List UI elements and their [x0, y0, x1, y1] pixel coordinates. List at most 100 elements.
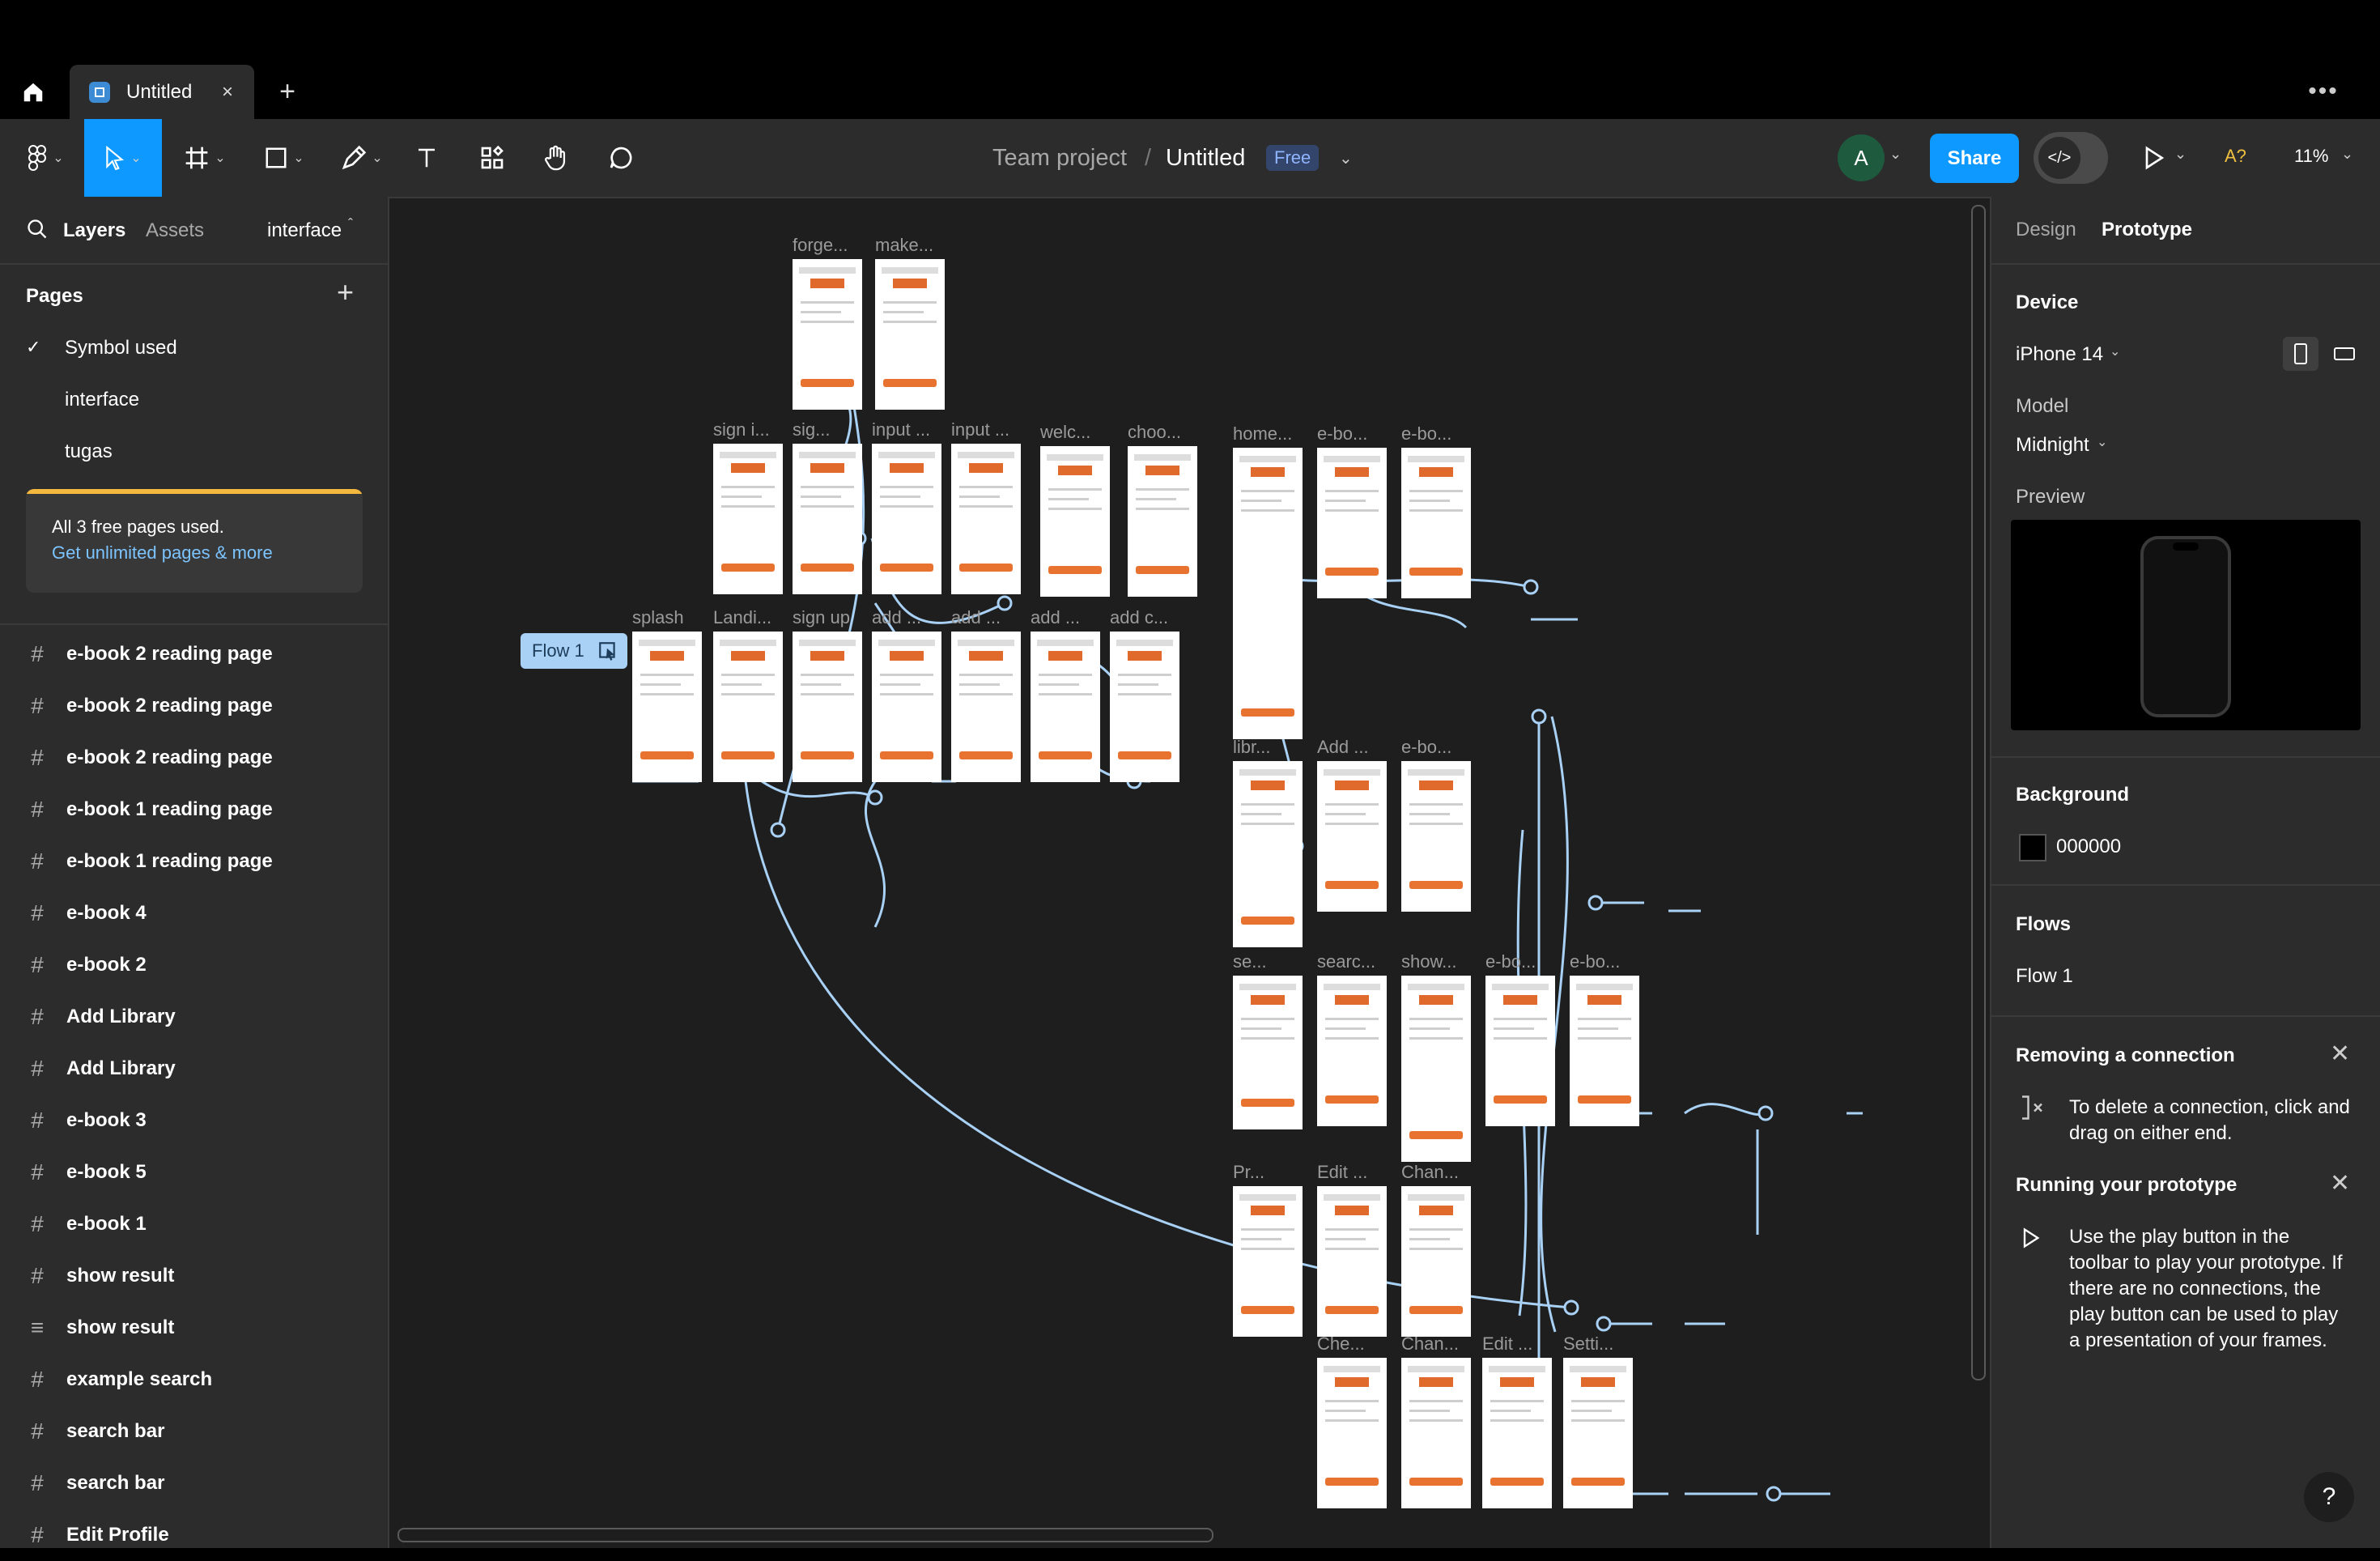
- screen-frame[interactable]: [1401, 1186, 1471, 1337]
- frame-label[interactable]: make...: [875, 235, 933, 256]
- screen-frame[interactable]: [951, 632, 1021, 782]
- close-icon[interactable]: ✕: [2330, 1169, 2350, 1197]
- chevron-down-icon[interactable]: ⌄: [1889, 146, 1902, 163]
- add-page-button[interactable]: +: [337, 275, 354, 309]
- chevron-down-icon[interactable]: ⌄: [2174, 146, 2187, 163]
- frame-label[interactable]: Che...: [1317, 1333, 1365, 1355]
- page-item-tugas[interactable]: tugas: [65, 440, 113, 463]
- layer-item[interactable]: # e-book 1: [26, 1198, 146, 1250]
- frame-label[interactable]: input ...: [872, 419, 930, 440]
- resources-tool-button[interactable]: [471, 119, 513, 197]
- close-tab-icon[interactable]: ×: [222, 81, 233, 104]
- missing-fonts-indicator[interactable]: A?: [2225, 146, 2246, 167]
- frame-label[interactable]: searc...: [1317, 951, 1375, 972]
- layer-item[interactable]: # Add Library: [26, 1043, 175, 1095]
- layer-item[interactable]: # e-book 3: [26, 1095, 146, 1146]
- layer-item[interactable]: # Edit Profile: [26, 1509, 168, 1561]
- device-select[interactable]: iPhone 14: [2016, 343, 2103, 366]
- frame-label[interactable]: sign up: [793, 607, 850, 628]
- frame-label[interactable]: e-bo...: [1485, 951, 1536, 972]
- screen-frame[interactable]: [1317, 1358, 1387, 1508]
- frame-label[interactable]: e-bo...: [1570, 951, 1620, 972]
- layer-item[interactable]: # show result: [26, 1250, 174, 1302]
- more-options-icon[interactable]: •••: [2299, 71, 2348, 112]
- screen-frame[interactable]: [1563, 1358, 1633, 1508]
- screen-frame[interactable]: [1570, 976, 1639, 1126]
- screen-frame[interactable]: [1233, 448, 1303, 739]
- screen-frame[interactable]: [1401, 448, 1471, 598]
- screen-frame[interactable]: [793, 259, 862, 410]
- flow-item[interactable]: Flow 1: [2016, 965, 2073, 988]
- frame-label[interactable]: e-bo...: [1401, 423, 1451, 444]
- frame-label[interactable]: input ...: [951, 419, 1009, 440]
- screen-frame[interactable]: [1401, 976, 1471, 1162]
- frame-label[interactable]: add ...: [951, 607, 1001, 628]
- vertical-scrollbar[interactable]: [1971, 205, 1986, 1380]
- layer-item[interactable]: # example search: [26, 1354, 212, 1406]
- screen-frame[interactable]: [872, 632, 941, 782]
- layer-item[interactable]: # search bar: [26, 1406, 164, 1457]
- layer-item[interactable]: # e-book 2 reading page: [26, 680, 273, 732]
- page-item-interface[interactable]: interface: [65, 389, 139, 411]
- screen-frame[interactable]: [875, 259, 945, 410]
- background-color-swatch[interactable]: [2019, 834, 2046, 861]
- screen-frame[interactable]: [1233, 1186, 1303, 1337]
- breadcrumb-project[interactable]: Team project: [992, 119, 1127, 197]
- screen-frame[interactable]: [1401, 761, 1471, 912]
- tab-assets[interactable]: Assets: [146, 219, 204, 242]
- screen-frame[interactable]: [1317, 761, 1387, 912]
- new-tab-button[interactable]: +: [267, 71, 308, 112]
- portrait-orientation-button[interactable]: [2283, 337, 2318, 371]
- background-color-value[interactable]: 000000: [2056, 836, 2121, 858]
- file-name[interactable]: Untitled: [1166, 119, 1245, 197]
- chevron-down-icon[interactable]: ⌄: [2110, 343, 2120, 359]
- shape-tool-button[interactable]: ⌄: [256, 119, 312, 197]
- banner-upgrade-link[interactable]: Get unlimited pages & more: [52, 542, 273, 564]
- text-tool-button[interactable]: [406, 119, 447, 197]
- search-icon[interactable]: [26, 218, 49, 245]
- chevron-up-icon[interactable]: ˆ: [348, 216, 353, 233]
- screen-frame[interactable]: [1317, 976, 1387, 1126]
- tab-design[interactable]: Design: [2016, 219, 2076, 241]
- frame-label[interactable]: choo...: [1128, 422, 1181, 443]
- chevron-down-icon[interactable]: ⌄: [2341, 146, 2353, 163]
- main-menu-button[interactable]: ⌄: [21, 119, 70, 197]
- layer-item[interactable]: # e-book 1 reading page: [26, 784, 273, 836]
- zoom-level[interactable]: 11%: [2294, 146, 2328, 167]
- screen-frame[interactable]: [713, 444, 783, 594]
- dev-mode-toggle[interactable]: </>: [2034, 132, 2108, 184]
- flow-start-tag[interactable]: Flow 1: [521, 633, 627, 669]
- screen-frame[interactable]: [1317, 1186, 1387, 1337]
- frame-label[interactable]: welc...: [1040, 422, 1090, 443]
- move-tool-button[interactable]: ⌄: [84, 119, 162, 197]
- frame-label[interactable]: add c...: [1110, 607, 1168, 628]
- present-button[interactable]: [2140, 144, 2166, 176]
- frame-label[interactable]: e-bo...: [1401, 737, 1451, 758]
- frame-label[interactable]: Edit ...: [1482, 1333, 1532, 1355]
- frame-label[interactable]: Pr...: [1233, 1162, 1264, 1183]
- frame-tool-button[interactable]: ⌄: [176, 119, 233, 197]
- screen-frame[interactable]: [872, 444, 941, 594]
- layer-item[interactable]: # e-book 4: [26, 887, 146, 939]
- help-button[interactable]: ?: [2304, 1472, 2354, 1522]
- frame-label[interactable]: Add ...: [1317, 737, 1369, 758]
- screen-frame[interactable]: [1317, 448, 1387, 598]
- screen-frame[interactable]: [713, 632, 783, 782]
- pen-tool-button[interactable]: ⌄: [334, 119, 390, 197]
- layer-item[interactable]: # e-book 1 reading page: [26, 836, 273, 887]
- file-tab[interactable]: Untitled ×: [70, 65, 254, 119]
- share-button[interactable]: Share: [1930, 134, 2019, 183]
- comment-tool-button[interactable]: [599, 119, 643, 197]
- frame-label[interactable]: forge...: [793, 235, 848, 256]
- screen-frame[interactable]: [1233, 976, 1303, 1129]
- screen-frame[interactable]: [793, 632, 862, 782]
- horizontal-scrollbar[interactable]: [397, 1528, 1213, 1542]
- frame-label[interactable]: Setti...: [1563, 1333, 1613, 1355]
- frame-label[interactable]: add ...: [872, 607, 921, 628]
- tab-prototype[interactable]: Prototype: [2102, 219, 2192, 241]
- screen-frame[interactable]: [951, 444, 1021, 594]
- frame-label[interactable]: show...: [1401, 951, 1456, 972]
- frame-label[interactable]: add ...: [1031, 607, 1080, 628]
- landscape-orientation-button[interactable]: [2327, 337, 2362, 371]
- layer-item[interactable]: # search bar: [26, 1457, 164, 1509]
